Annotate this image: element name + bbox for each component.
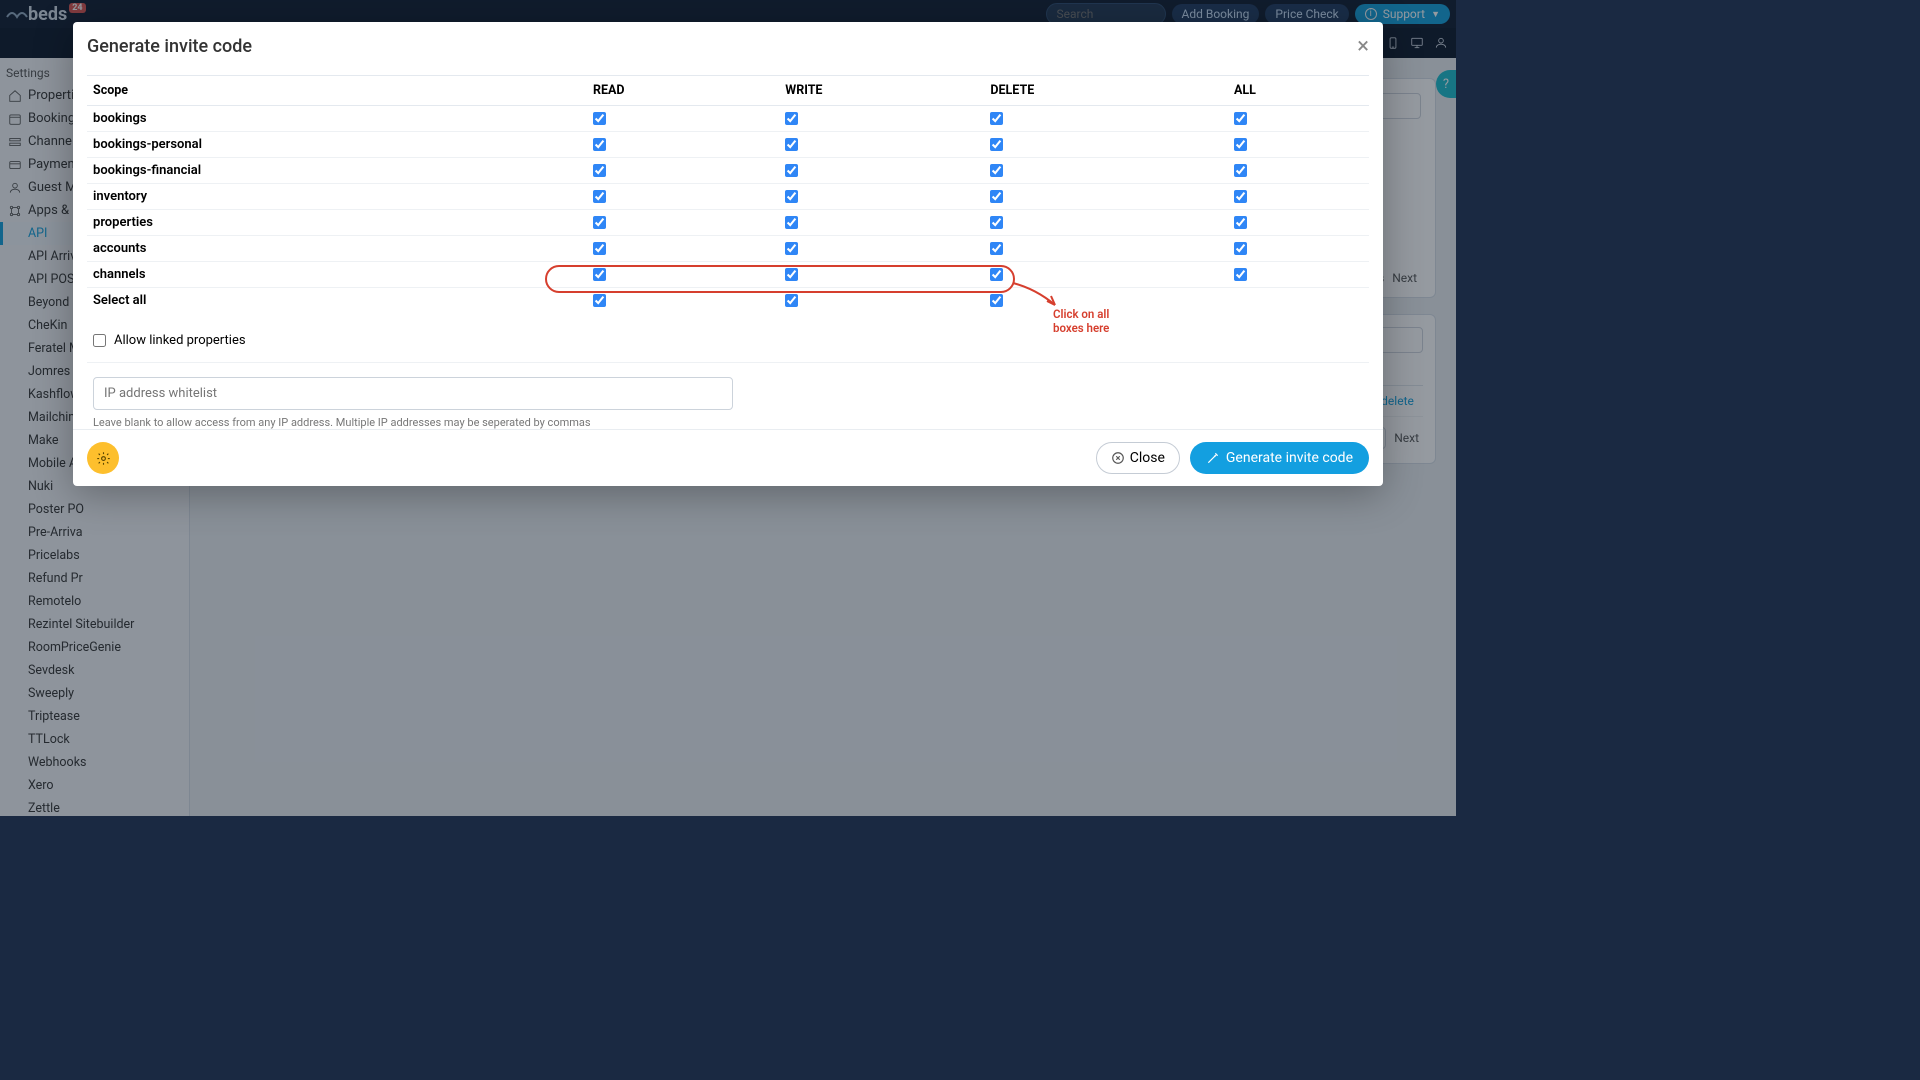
wand-icon xyxy=(1206,451,1220,465)
scope-row: channels xyxy=(87,262,1369,288)
scope-checkbox[interactable] xyxy=(785,268,798,281)
ip-hint-text: Leave blank to allow access from any IP … xyxy=(87,412,1369,429)
scope-checkbox[interactable] xyxy=(990,268,1003,281)
scope-label: accounts xyxy=(87,236,587,262)
scope-checkbox[interactable] xyxy=(593,112,606,125)
th-delete: DELETE xyxy=(984,76,1228,106)
generate-invite-modal: Generate invite code × Scope READ WRITE … xyxy=(73,22,1383,486)
scope-checkbox[interactable] xyxy=(990,216,1003,229)
scope-label: bookings-personal xyxy=(87,132,587,158)
scope-checkbox[interactable] xyxy=(785,164,798,177)
scope-table: Scope READ WRITE DELETE ALL bookingsbook… xyxy=(87,75,1369,313)
scope-checkbox[interactable] xyxy=(990,190,1003,203)
scope-checkbox[interactable] xyxy=(1234,164,1247,177)
scope-label: bookings-financial xyxy=(87,158,587,184)
close-icon[interactable]: × xyxy=(1357,34,1369,59)
scope-checkbox[interactable] xyxy=(990,242,1003,255)
scope-row: accounts xyxy=(87,236,1369,262)
scope-label: bookings xyxy=(87,106,587,132)
scope-checkbox[interactable] xyxy=(593,294,606,307)
modal-overlay: Generate invite code × Scope READ WRITE … xyxy=(0,0,1456,816)
scope-checkbox[interactable] xyxy=(593,138,606,151)
close-button[interactable]: Close xyxy=(1096,442,1180,474)
settings-fab[interactable] xyxy=(87,442,119,474)
scope-checkbox[interactable] xyxy=(785,112,798,125)
scope-checkbox[interactable] xyxy=(990,294,1003,307)
generate-button[interactable]: Generate invite code xyxy=(1190,442,1369,474)
scope-label: properties xyxy=(87,210,587,236)
allow-linked-label: Allow linked properties xyxy=(114,333,246,348)
th-scope: Scope xyxy=(87,76,587,106)
scope-checkbox[interactable] xyxy=(1234,242,1247,255)
scope-checkbox[interactable] xyxy=(785,294,798,307)
scope-checkbox[interactable] xyxy=(593,216,606,229)
scope-row: properties xyxy=(87,210,1369,236)
scope-row: Select all xyxy=(87,288,1369,314)
th-all: ALL xyxy=(1228,76,1369,106)
scope-checkbox[interactable] xyxy=(990,164,1003,177)
th-read: READ xyxy=(587,76,779,106)
scope-checkbox[interactable] xyxy=(593,164,606,177)
scope-checkbox[interactable] xyxy=(990,112,1003,125)
scope-label: channels xyxy=(87,262,587,288)
scope-row: inventory xyxy=(87,184,1369,210)
close-label: Close xyxy=(1130,450,1165,466)
th-write: WRITE xyxy=(779,76,984,106)
gear-icon xyxy=(96,451,111,466)
ip-whitelist-input[interactable] xyxy=(93,377,733,410)
scope-row: bookings-financial xyxy=(87,158,1369,184)
scope-row: bookings-personal xyxy=(87,132,1369,158)
scope-checkbox[interactable] xyxy=(1234,190,1247,203)
scope-label: inventory xyxy=(87,184,587,210)
scope-checkbox[interactable] xyxy=(593,242,606,255)
generate-label: Generate invite code xyxy=(1226,450,1353,466)
close-circle-icon xyxy=(1111,451,1125,465)
scope-checkbox[interactable] xyxy=(785,216,798,229)
scope-checkbox[interactable] xyxy=(785,190,798,203)
scope-row: bookings xyxy=(87,106,1369,132)
scope-checkbox[interactable] xyxy=(1234,138,1247,151)
scope-checkbox[interactable] xyxy=(1234,112,1247,125)
annotation-text: Click on all boxes here xyxy=(1053,307,1109,336)
scope-checkbox[interactable] xyxy=(593,190,606,203)
allow-linked-checkbox[interactable] xyxy=(93,334,106,347)
scope-checkbox[interactable] xyxy=(785,242,798,255)
scope-checkbox[interactable] xyxy=(1234,268,1247,281)
scope-label: Select all xyxy=(87,288,587,314)
scope-checkbox[interactable] xyxy=(593,268,606,281)
scope-checkbox[interactable] xyxy=(785,138,798,151)
modal-title: Generate invite code xyxy=(87,36,252,57)
scope-checkbox[interactable] xyxy=(1234,216,1247,229)
scope-checkbox[interactable] xyxy=(990,138,1003,151)
